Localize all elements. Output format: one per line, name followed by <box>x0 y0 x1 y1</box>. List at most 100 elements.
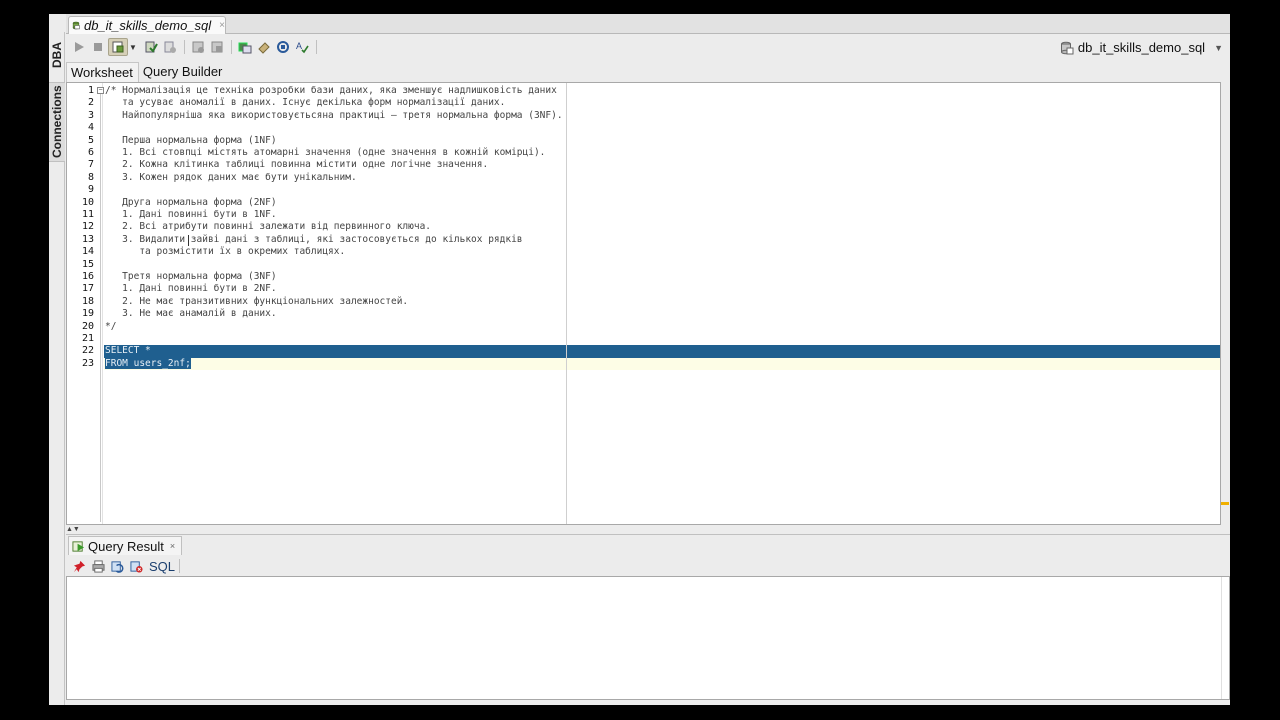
refresh-button[interactable] <box>108 557 126 575</box>
line-number: 13 <box>81 233 94 245</box>
result-tab-strip: Query Result × <box>66 534 1230 555</box>
code-line[interactable] <box>104 333 1220 345</box>
result-toolbar: SQL <box>66 555 1230 577</box>
worksheet-document-tab[interactable]: db_it_skills_demo_sql × <box>68 16 226 34</box>
clear-button[interactable] <box>255 38 273 56</box>
code-line[interactable]: 2. Всі атрибути повинні залежати від пер… <box>104 221 1220 233</box>
freeze-view-button[interactable] <box>70 557 88 575</box>
code-line[interactable]: Найпопулярніша яка використовуєтьсяна пр… <box>104 110 1220 122</box>
result-scrollbar[interactable] <box>1221 577 1229 699</box>
tab-worksheet[interactable]: Worksheet <box>66 62 139 82</box>
line-number: 22 <box>81 345 94 357</box>
chevron-down-icon[interactable]: ▼ <box>1214 43 1223 53</box>
explain-plan-icon <box>211 41 223 53</box>
result-grid[interactable] <box>66 576 1230 700</box>
code-line[interactable]: Перша нормальна форма (1NF) <box>104 135 1220 147</box>
sql-editor[interactable]: 1 2 3 4 5 6 7 8 9 10 11 12 13 14 15 16 17 18 19 20 21 22 23 − … <box>66 82 1229 525</box>
query-result-label: Query Result <box>88 538 164 554</box>
code-line[interactable]: Друга нормальна форма (2NF) <box>104 197 1220 209</box>
code-line[interactable]: 2. Кожна клітинка таблиці повинна містит… <box>104 159 1220 171</box>
sql-tuning-button[interactable] <box>236 38 254 56</box>
rollback-button[interactable] <box>161 38 179 56</box>
eraser-icon <box>258 42 270 54</box>
text-cursor <box>188 235 189 246</box>
print-button[interactable] <box>89 557 107 575</box>
cancel-query-button[interactable] <box>127 557 145 575</box>
line-number: 18 <box>81 295 94 307</box>
line-number: 19 <box>81 308 94 320</box>
code-line[interactable] <box>104 122 1220 134</box>
code-line[interactable]: 3. Кожен рядок даних має бути унікальним… <box>104 172 1220 184</box>
code-line[interactable]: та розмістити їх в окремих таблицях. <box>104 246 1220 258</box>
code-line[interactable]: 1. Дані повинні бути в 2NF. <box>104 283 1220 295</box>
commit-icon <box>145 41 158 53</box>
stop-button[interactable] <box>89 38 107 56</box>
close-tab-icon[interactable]: × <box>219 20 225 31</box>
query-result-tab[interactable]: Query Result × <box>68 536 183 555</box>
print-icon <box>91 559 105 573</box>
fold-collapse-icon[interactable]: − <box>97 87 104 94</box>
connection-name: db_it_skills_demo_sql <box>1077 40 1206 55</box>
sql-link[interactable]: SQL <box>149 559 175 574</box>
format-icon <box>277 41 289 53</box>
line-number-gutter: 1 2 3 4 5 6 7 8 9 10 11 12 13 14 15 16 17 18 19 20 21 22 23 <box>67 83 103 524</box>
play-icon <box>75 42 84 52</box>
run-statement-button[interactable] <box>70 38 88 56</box>
connection-selector[interactable]: db_it_skills_demo_sql ▼ <box>1060 38 1223 57</box>
code-line[interactable]: 3. Не має анамалій в даних. <box>104 308 1220 320</box>
connections-side-tab[interactable]: Connections <box>49 82 65 162</box>
line-number: 2 <box>87 97 94 109</box>
line-number: 11 <box>81 209 94 220</box>
run-script-button[interactable] <box>108 38 128 56</box>
code-line[interactable]: 2. Не має транзитивних функціональних за… <box>104 296 1220 308</box>
document-tab-strip: db_it_skills_demo_sql × <box>66 14 1230 34</box>
toolbar-separator <box>184 40 185 54</box>
code-line[interactable]: /* Нормалізація це техніка розробки бази… <box>104 85 1220 97</box>
line-number: 10 <box>81 196 94 208</box>
line-number: 12 <box>81 221 94 233</box>
stop-icon <box>94 43 102 51</box>
code-line[interactable]: Третя нормальна форма (3NF) <box>104 271 1220 283</box>
code-line[interactable]: FROM users_2nf; <box>104 357 1220 371</box>
line-number: 14 <box>81 246 94 258</box>
dba-side-tab[interactable]: DBA <box>49 32 65 78</box>
run-script-dropdown-icon[interactable]: ▼ <box>129 43 138 52</box>
code-line[interactable] <box>104 259 1220 271</box>
line-number: 6 <box>87 147 94 158</box>
tab-query-builder[interactable]: Query Builder <box>139 62 227 82</box>
close-result-icon[interactable]: × <box>170 541 175 551</box>
code-line[interactable]: 1. Дані повинні бути в 1NF. <box>104 209 1220 221</box>
code-area[interactable]: /* Нормалізація це техніка розробки бази… <box>104 83 1220 524</box>
worksheet-toolbar: ▼ A db_it_skills_demo_sql ▼ <box>66 35 1230 59</box>
code-line[interactable]: SELECT * <box>104 345 1220 358</box>
commit-button[interactable] <box>142 38 160 56</box>
line-number: 3 <box>87 109 94 121</box>
line-number: 8 <box>87 171 94 183</box>
refresh-icon <box>110 560 123 573</box>
autotrace-button[interactable] <box>189 38 207 56</box>
line-number: 23 <box>81 357 94 369</box>
code-line[interactable] <box>104 184 1220 196</box>
right-margin-guide <box>566 83 567 524</box>
format-button[interactable] <box>274 38 292 56</box>
toolbar-separator <box>179 559 181 573</box>
line-number: 7 <box>87 159 94 171</box>
sql-history-button[interactable]: A <box>293 38 311 56</box>
toolbar-separator <box>316 40 317 54</box>
fold-guide <box>100 94 101 522</box>
line-number: 15 <box>81 258 94 270</box>
line-number: 16 <box>81 271 94 282</box>
code-line[interactable]: 3. Видалити зайві дані з таблиці, які за… <box>104 234 1220 246</box>
code-line[interactable]: та усуває аномалії в даних. Існує декіль… <box>104 97 1220 109</box>
code-line[interactable]: */ <box>104 321 1220 333</box>
explain-plan-button[interactable] <box>208 38 226 56</box>
code-line[interactable]: 1. Всі стовпці містять атомарні значення… <box>104 147 1220 159</box>
rollback-icon <box>164 41 176 53</box>
line-number: 21 <box>81 333 94 344</box>
splitter-arrows[interactable]: ▲▼ <box>66 526 90 534</box>
cancel-icon <box>129 560 143 573</box>
scrollbar-marker <box>1221 502 1229 505</box>
toolbar-separator <box>231 40 232 54</box>
line-number: 20 <box>81 320 94 332</box>
autotrace-icon <box>192 41 204 53</box>
